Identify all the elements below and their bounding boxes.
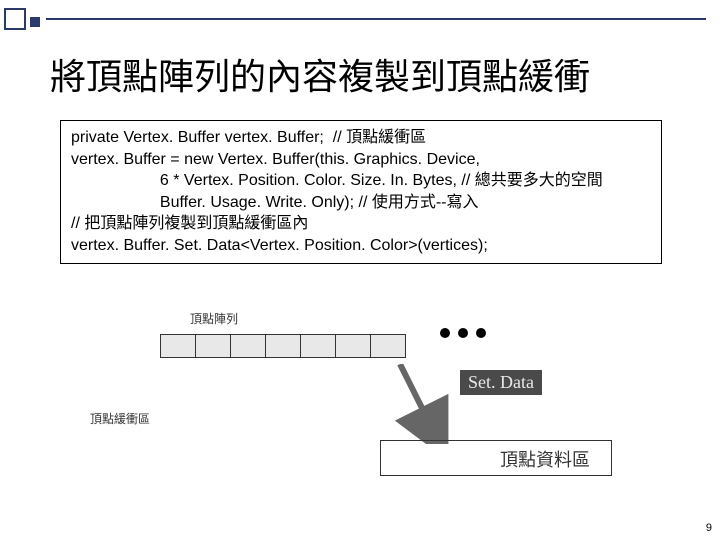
- data-area-label: 頂點資料區: [500, 446, 590, 472]
- code-line: // 把頂點陣列複製到頂點緩衝區內: [71, 215, 308, 232]
- arrow-label: Set. Data: [460, 370, 542, 395]
- code-line: 6 * Vertex. Position. Color. Size. In. B…: [71, 172, 603, 189]
- code-block: private Vertex. Buffer vertex. Buffer; /…: [60, 120, 662, 264]
- page-number: 9: [706, 522, 712, 534]
- code-line: vertex. Buffer = new Vertex. Buffer(this…: [71, 151, 480, 168]
- array-label: 頂點陣列: [190, 310, 238, 327]
- header-line: [46, 18, 706, 20]
- array-cell: [300, 334, 336, 358]
- square-icon: [4, 8, 26, 30]
- array-cell: [370, 334, 406, 358]
- array-cell: [230, 334, 266, 358]
- array-cell: [160, 334, 196, 358]
- small-square-icon: [30, 17, 40, 27]
- array-cell: [265, 334, 301, 358]
- code-line: private Vertex. Buffer vertex. Buffer; /…: [71, 129, 426, 146]
- code-line: vertex. Buffer. Set. Data<Vertex. Positi…: [71, 237, 488, 254]
- slide-title: 將頂點陣列的內容複製到頂點緩衝: [50, 48, 590, 100]
- header-decoration: [4, 8, 706, 30]
- arrow-down-icon: [380, 364, 460, 449]
- code-line: Buffer. Usage. Write. Only); // 使用方式--寫入: [71, 194, 479, 211]
- array-cell: [195, 334, 231, 358]
- vertex-array-row: [160, 334, 405, 358]
- ellipsis-icon: [440, 328, 486, 338]
- array-cell: [335, 334, 371, 358]
- buffer-region-label: 頂點緩衝區: [90, 410, 150, 427]
